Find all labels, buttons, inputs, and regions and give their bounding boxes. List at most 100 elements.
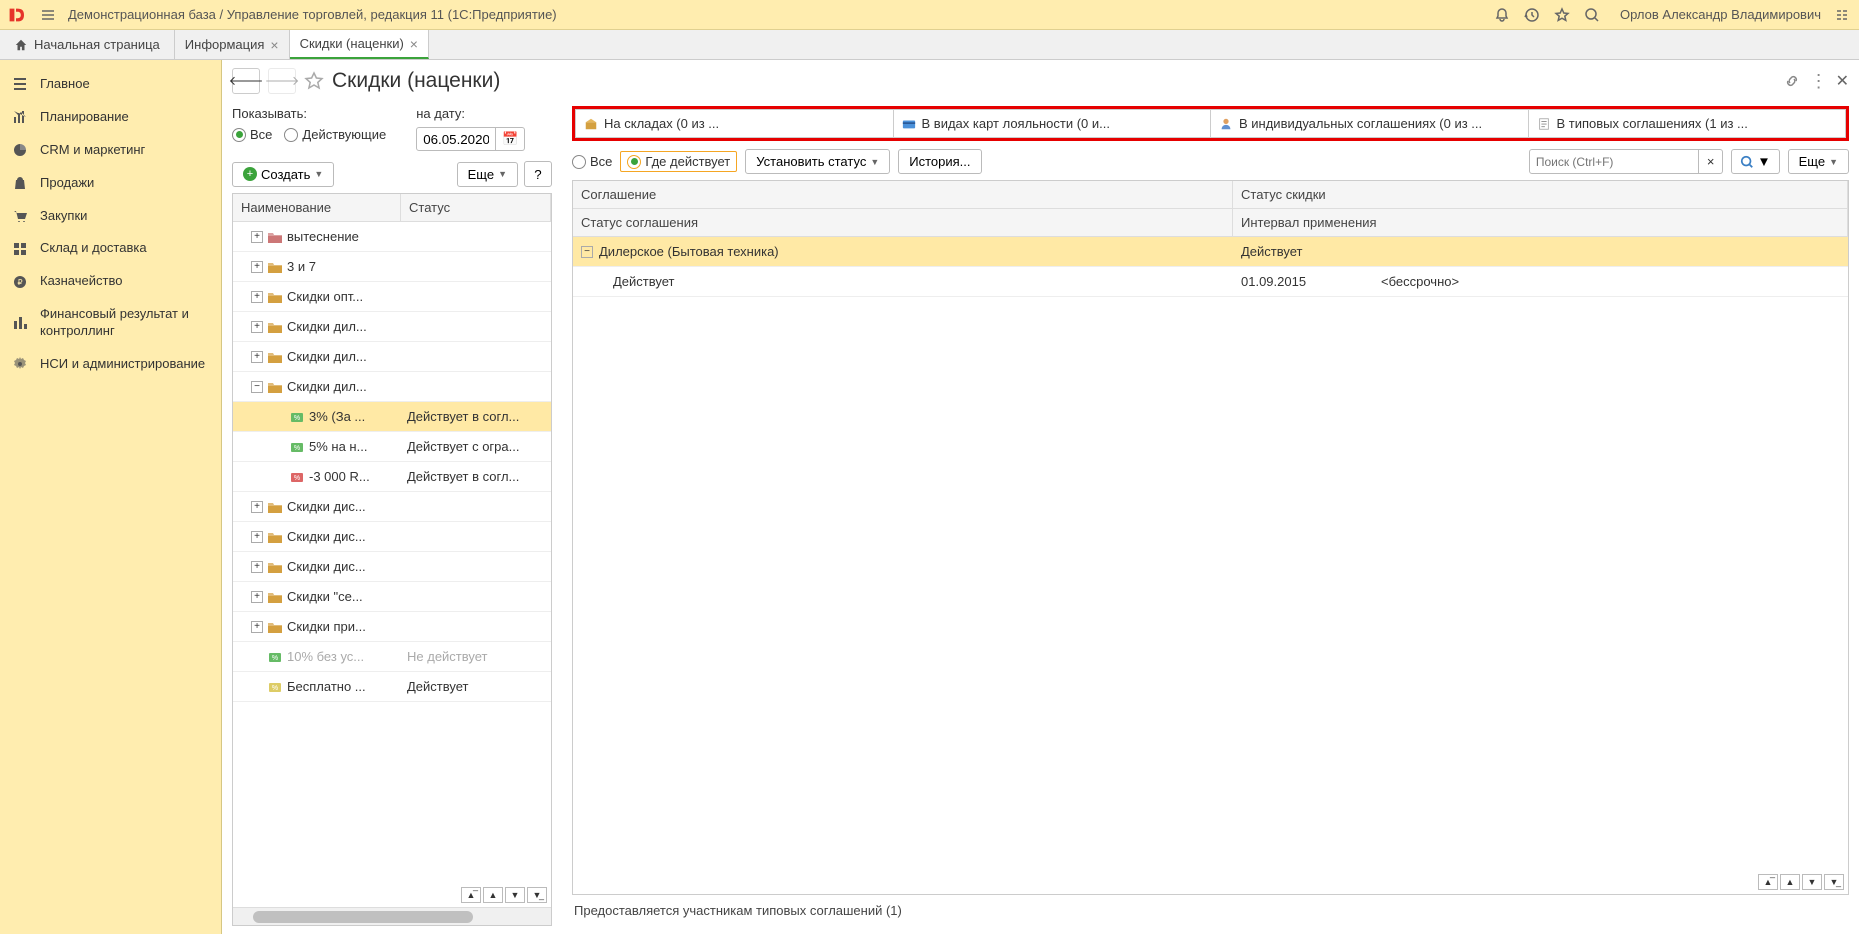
col-agreement-status[interactable]: Статус соглашения (573, 209, 1233, 236)
settings-icon[interactable] (1835, 7, 1851, 23)
footer-text: Предоставляется участникам типовых согла… (572, 895, 1849, 926)
history-icon[interactable] (1524, 7, 1540, 23)
back-button[interactable]: 🡐 (232, 68, 260, 94)
tab-warehouses[interactable]: На складах (0 из ... (575, 109, 894, 138)
sidebar-item-main[interactable]: Главное (0, 68, 221, 101)
folder-icon (267, 320, 283, 334)
more-button[interactable]: Еще▼ (457, 162, 518, 187)
radio-all-right[interactable]: Все (572, 154, 612, 169)
tree-row[interactable]: %3% (За ...Действует в согл... (233, 402, 551, 432)
expand-icon[interactable]: + (251, 231, 263, 243)
tree-row[interactable]: +Скидки дис... (233, 492, 551, 522)
tree-row[interactable]: %10% без ус...Не действует (233, 642, 551, 672)
tree-row[interactable]: +Скидки при... (233, 612, 551, 642)
scroll-up-icon[interactable]: ▲ (483, 887, 503, 903)
expand-icon[interactable]: + (251, 591, 263, 603)
folder-icon (267, 380, 283, 394)
scroll-up-icon[interactable]: ▲ (1780, 874, 1800, 890)
scroll-bottom-icon[interactable]: ▼̲ (1824, 874, 1844, 890)
tree-row[interactable]: +Скидки дис... (233, 552, 551, 582)
expand-icon[interactable]: + (251, 291, 263, 303)
folder-icon: % (289, 470, 305, 484)
more-right-button[interactable]: Еще▼ (1788, 149, 1849, 174)
expand-icon[interactable]: + (251, 501, 263, 513)
grid-row[interactable]: Действует01.09.2015<бессрочно> (573, 267, 1848, 297)
collapse-icon[interactable]: − (581, 246, 593, 258)
col-agreement[interactable]: Соглашение (573, 181, 1233, 208)
scroll-bottom-icon[interactable]: ▼̲ (527, 887, 547, 903)
sidebar-item-nsi[interactable]: НСИ и администрирование (0, 348, 221, 381)
sidebar: Главное Планирование CRM и маркетинг Про… (0, 60, 222, 934)
tab-individual[interactable]: В индивидуальных соглашениях (0 из ... (1211, 109, 1529, 138)
sidebar-item-crm[interactable]: CRM и маркетинг (0, 134, 221, 167)
scroll-down-icon[interactable]: ▼ (505, 887, 525, 903)
sidebar-item-finresult[interactable]: Финансовый результат и контроллинг (0, 298, 221, 348)
close-button[interactable]: ✕ (1836, 71, 1849, 91)
more-icon[interactable]: ⋮ (1810, 71, 1826, 92)
tree-row[interactable]: %5% на н...Действует с огра... (233, 432, 551, 462)
star-icon[interactable] (1554, 7, 1570, 23)
tree-row[interactable]: +3 и 7 (233, 252, 551, 282)
tree-row[interactable]: +Скидки дил... (233, 342, 551, 372)
tab-loyalty[interactable]: В видах карт лояльности (0 и... (894, 109, 1212, 138)
tab-label: Информация (185, 37, 265, 52)
search-icon[interactable] (1584, 7, 1600, 23)
sidebar-item-sales[interactable]: Продажи (0, 167, 221, 200)
search-button[interactable]: ▼ (1731, 149, 1779, 174)
link-icon[interactable] (1784, 73, 1800, 89)
grid-row[interactable]: −Дилерское (Бытовая техника)Действует (573, 237, 1848, 267)
expand-icon[interactable]: + (251, 351, 263, 363)
favorite-star-icon[interactable] (304, 71, 324, 91)
expand-icon[interactable]: + (251, 561, 263, 573)
tab-discounts[interactable]: Скидки (наценки) × (290, 30, 429, 59)
user-name[interactable]: Орлов Александр Владимирович (1620, 7, 1821, 22)
tree-row[interactable]: +вытеснение (233, 222, 551, 252)
tree-row[interactable]: +Скидки дис... (233, 522, 551, 552)
tree-row[interactable]: +Скидки "се... (233, 582, 551, 612)
expand-icon[interactable]: + (251, 621, 263, 633)
expand-icon[interactable]: + (251, 321, 263, 333)
tree-row[interactable]: +Скидки опт... (233, 282, 551, 312)
close-icon[interactable]: × (270, 37, 278, 53)
col-interval[interactable]: Интервал применения (1233, 209, 1848, 236)
history-button[interactable]: История... (898, 149, 981, 174)
sidebar-item-planning[interactable]: Планирование (0, 101, 221, 134)
search-input[interactable] (1529, 149, 1699, 174)
scroll-top-icon[interactable]: ▲̅ (1758, 874, 1778, 890)
expand-icon[interactable]: + (251, 531, 263, 543)
set-status-button[interactable]: Установить статус▼ (745, 149, 890, 174)
tab-typical[interactable]: В типовых соглашениях (1 из ... (1529, 109, 1847, 138)
tree-row[interactable]: %Бесплатно ...Действует (233, 672, 551, 702)
radio-where[interactable]: Где действует (620, 151, 737, 172)
help-button[interactable]: ? (524, 161, 552, 187)
bell-icon[interactable] (1494, 7, 1510, 23)
sidebar-item-treasury[interactable]: ₽Казначейство (0, 265, 221, 298)
date-input[interactable] (416, 127, 496, 151)
hamburger-icon[interactable] (40, 7, 56, 23)
close-icon[interactable]: × (410, 36, 418, 52)
scroll-top-icon[interactable]: ▲̅ (461, 887, 481, 903)
expand-icon[interactable]: + (251, 261, 263, 273)
col-name[interactable]: Наименование (233, 194, 401, 221)
tree-status-cell (401, 322, 551, 332)
tree-row[interactable]: +Скидки дил... (233, 312, 551, 342)
tree-name-cell: +Скидки дис... (233, 524, 401, 549)
create-button[interactable]: +Создать▼ (232, 162, 334, 187)
sidebar-item-warehouse[interactable]: Склад и доставка (0, 232, 221, 265)
calendar-icon[interactable]: 📅 (496, 127, 525, 151)
col-status[interactable]: Статус (401, 194, 551, 221)
col-discount-status[interactable]: Статус скидки (1233, 181, 1848, 208)
tree-row[interactable]: %-3 000 R...Действует в согл... (233, 462, 551, 492)
radio-active[interactable]: Действующие (284, 127, 386, 142)
home-tab[interactable]: Начальная страница (0, 30, 175, 59)
scroll-down-icon[interactable]: ▼ (1802, 874, 1822, 890)
collapse-icon[interactable]: − (251, 381, 263, 393)
clear-search-icon[interactable]: × (1699, 149, 1724, 174)
svg-text:%: % (272, 655, 278, 662)
tab-info[interactable]: Информация × (175, 30, 290, 59)
tree-row[interactable]: −Скидки дил... (233, 372, 551, 402)
sidebar-item-purchase[interactable]: Закупки (0, 200, 221, 233)
tree-name-cell: %Бесплатно ... (233, 674, 401, 699)
horizontal-scrollbar[interactable] (233, 907, 551, 925)
radio-all[interactable]: Все (232, 127, 272, 142)
